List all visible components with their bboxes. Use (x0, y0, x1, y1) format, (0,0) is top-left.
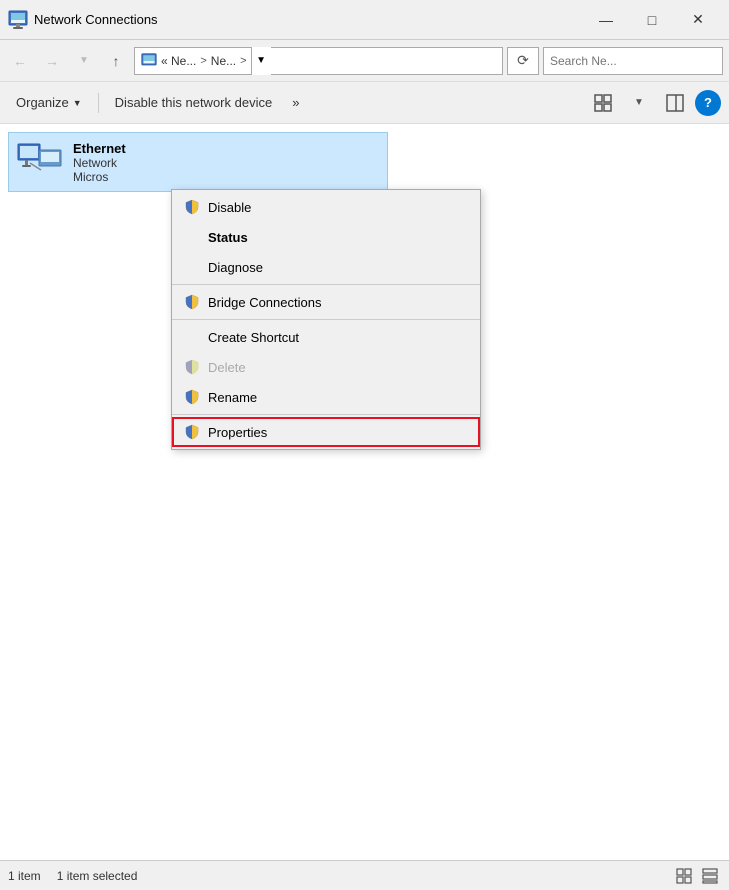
address-bar: ← → ▼ ↑ « Ne... > Ne... > ▼ ⟳ (0, 40, 729, 82)
shield-delete-icon (184, 359, 200, 375)
preview-pane-button[interactable] (659, 89, 691, 117)
shield-rename-icon (184, 389, 200, 405)
ethernet-icon (17, 138, 65, 186)
window-title: Network Connections (34, 12, 583, 27)
refresh-button[interactable]: ⟳ (507, 47, 539, 75)
address-box[interactable]: « Ne... > Ne... > ▼ (134, 47, 503, 75)
forward-button[interactable]: → (38, 47, 66, 75)
recent-button[interactable]: ▼ (70, 47, 98, 75)
window-controls: — □ ✕ (583, 4, 721, 36)
file-area: Ethernet Network Micros Disable (0, 124, 729, 860)
status-list-view-button[interactable] (699, 865, 721, 887)
organize-chevron: ▼ (73, 98, 82, 108)
view-options-button[interactable] (587, 89, 619, 117)
network-item-info: Ethernet Network Micros (73, 141, 126, 184)
ctx-bridge[interactable]: Bridge Connections (172, 287, 480, 317)
organize-label: Organize (16, 95, 69, 110)
address-icon (141, 53, 157, 69)
up-button[interactable]: ↑ (102, 47, 130, 75)
ctx-sep1 (172, 284, 480, 285)
ctx-diagnose-spacer (184, 259, 200, 275)
shield-properties-icon (184, 424, 200, 440)
ethernet-item[interactable]: Ethernet Network Micros (8, 132, 388, 192)
status-bar: 1 item 1 item selected (0, 860, 729, 890)
ctx-rename-label: Rename (208, 390, 257, 405)
ctx-delete-label: Delete (208, 360, 246, 375)
ctx-delete: Delete (172, 352, 480, 382)
shield-bridge-icon (184, 294, 200, 310)
ctx-status[interactable]: Status (172, 222, 480, 252)
organize-button[interactable]: Organize ▼ (8, 88, 90, 118)
address-sep1: > (200, 55, 206, 67)
main-content: Ethernet Network Micros Disable (0, 124, 729, 860)
view-grid-icon (593, 93, 613, 113)
toolbar-separator (98, 93, 99, 113)
address-sep2: > (240, 55, 246, 67)
ctx-bridge-label: Bridge Connections (208, 295, 321, 310)
selected-count: 1 item selected (57, 869, 138, 883)
ctx-status-spacer (184, 229, 200, 245)
back-button[interactable]: ← (6, 47, 34, 75)
disable-label: Disable this network device (115, 95, 273, 110)
ctx-rename[interactable]: Rename (172, 382, 480, 412)
shield-disable-icon (184, 199, 200, 215)
ethernet-sub2: Micros (73, 170, 126, 184)
app-icon (8, 10, 28, 30)
address-dropdown-button[interactable]: ▼ (251, 47, 271, 75)
ctx-diagnose-label: Diagnose (208, 260, 263, 275)
ctx-sep2 (172, 319, 480, 320)
title-bar: Network Connections — □ ✕ (0, 0, 729, 40)
toolbar: Organize ▼ Disable this network device »… (0, 82, 729, 124)
help-button[interactable]: ? (695, 90, 721, 116)
ctx-properties-label: Properties (208, 425, 267, 440)
ethernet-sub1: Network (73, 156, 126, 170)
ctx-properties[interactable]: Properties (172, 417, 480, 447)
ctx-shortcut[interactable]: Create Shortcut (172, 322, 480, 352)
ctx-disable[interactable]: Disable (172, 192, 480, 222)
close-button[interactable]: ✕ (675, 4, 721, 36)
ethernet-name: Ethernet (73, 141, 126, 156)
ctx-diagnose[interactable]: Diagnose (172, 252, 480, 282)
ctx-shortcut-spacer (184, 329, 200, 345)
item-count: 1 item (8, 869, 41, 883)
status-right (673, 865, 721, 887)
search-input[interactable] (543, 47, 723, 75)
view-dropdown-button[interactable]: ▼ (623, 89, 655, 117)
more-label: » (292, 95, 299, 110)
ctx-disable-label: Disable (208, 200, 251, 215)
ctx-shortcut-label: Create Shortcut (208, 330, 299, 345)
maximize-button[interactable]: □ (629, 4, 675, 36)
more-button[interactable]: » (284, 88, 307, 118)
address-part1: « Ne... (161, 54, 196, 68)
address-part2: Ne... (211, 54, 236, 68)
status-grid-view-button[interactable] (673, 865, 695, 887)
disable-network-button[interactable]: Disable this network device (107, 88, 281, 118)
context-menu: Disable Status Diagnose (171, 189, 481, 450)
ctx-sep3 (172, 414, 480, 415)
toolbar-right: ▼ ? (587, 89, 721, 117)
ctx-status-label: Status (208, 230, 248, 245)
minimize-button[interactable]: — (583, 4, 629, 36)
pane-icon (665, 93, 685, 113)
